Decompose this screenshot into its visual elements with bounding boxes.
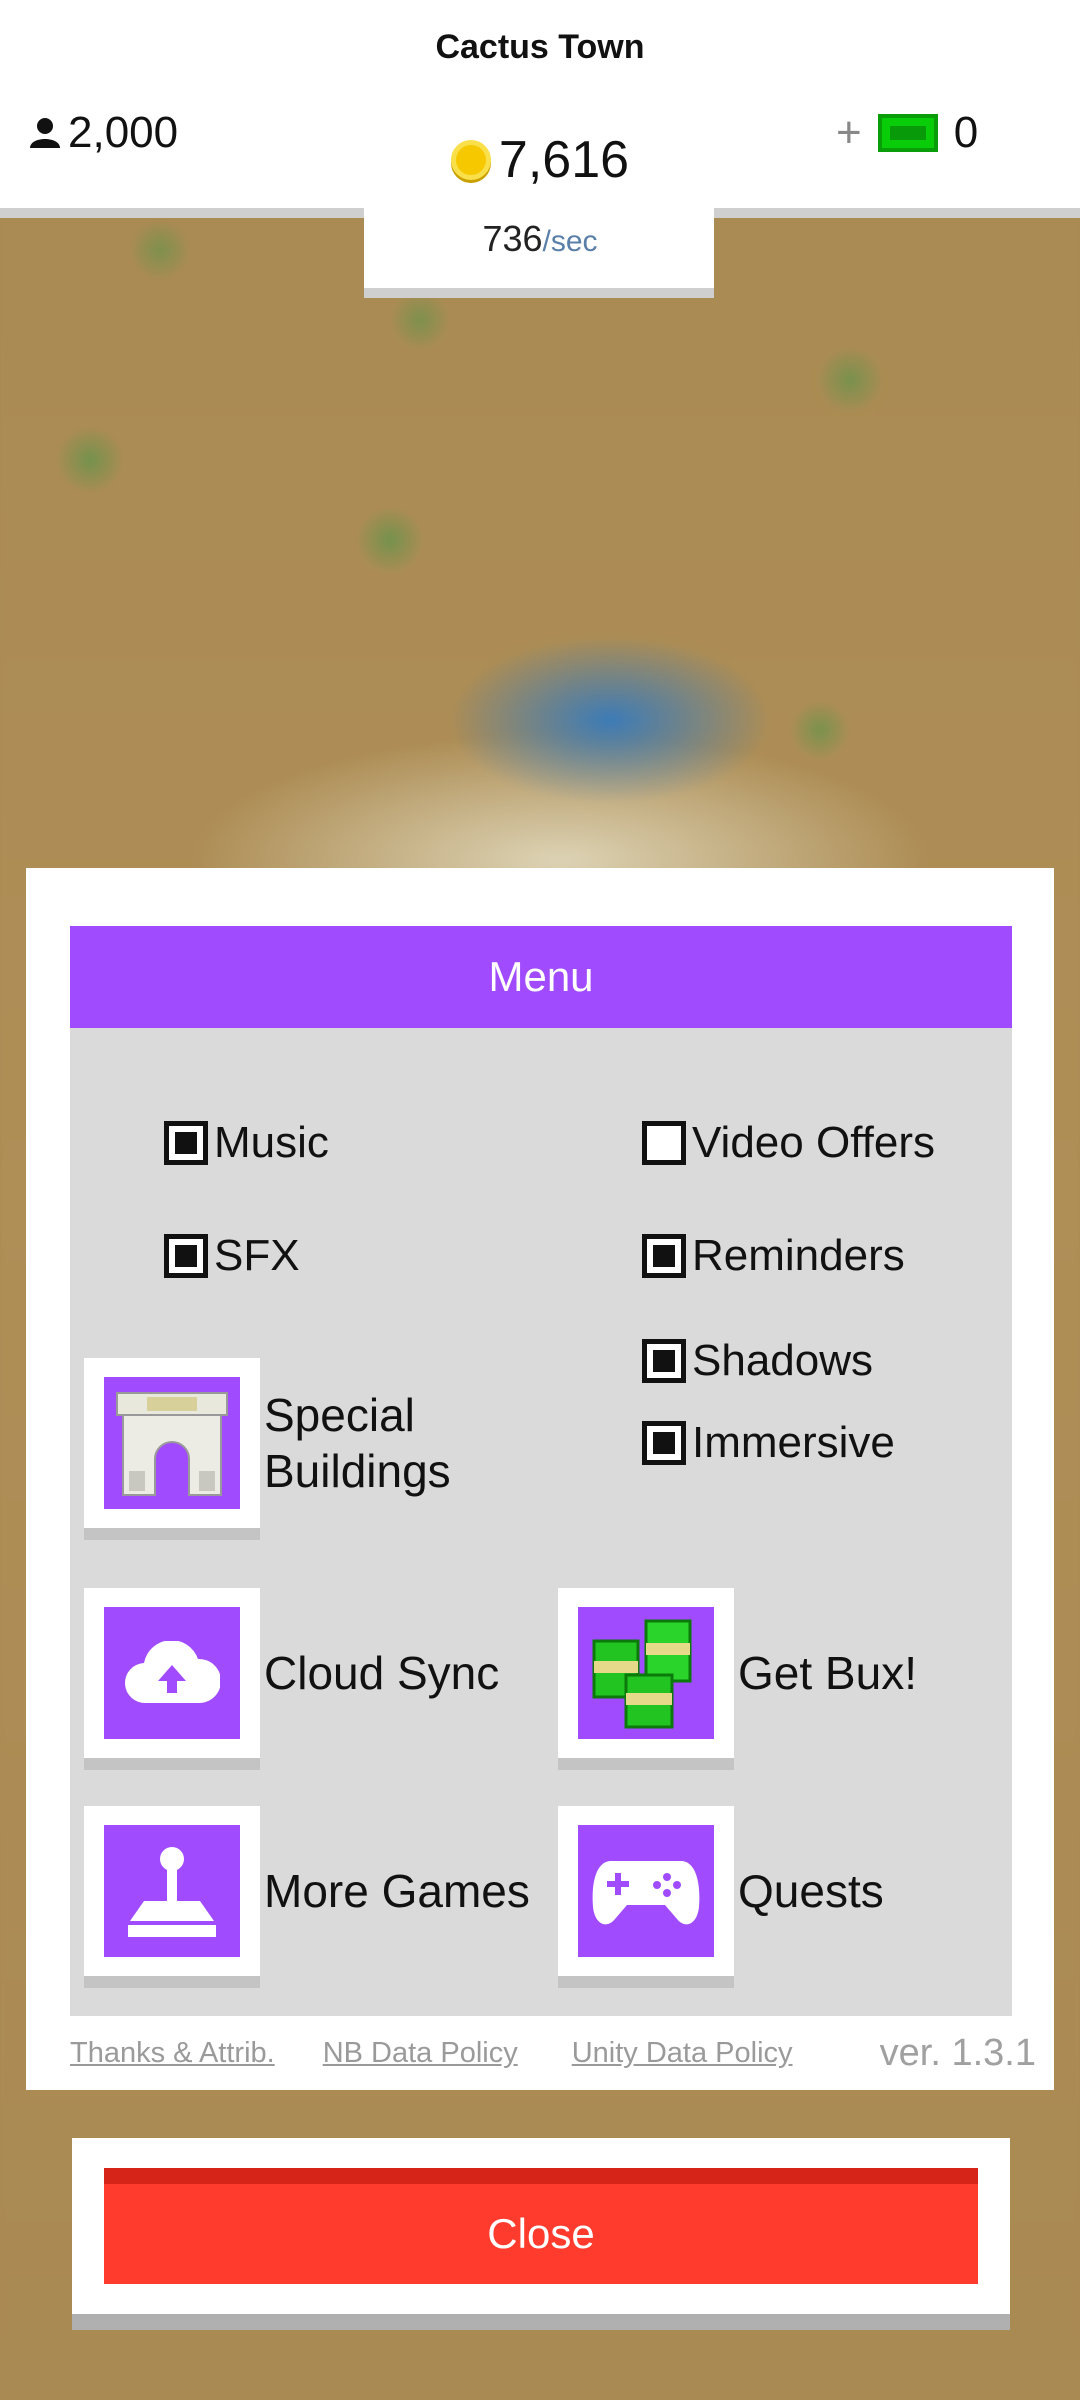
immersive-label: Immersive	[692, 1418, 895, 1467]
cloud-sync-card	[84, 1588, 260, 1758]
immersive-toggle[interactable]: Immersive	[642, 1418, 895, 1468]
cloud-upload-icon	[124, 1641, 220, 1704]
special-buildings-thumb	[104, 1377, 240, 1509]
cloud-sync-label: Cloud Sync	[264, 1647, 500, 1699]
shadows-checkbox[interactable]	[642, 1339, 686, 1383]
music-toggle[interactable]: Music	[164, 1118, 329, 1168]
cash-stack-icon	[592, 1619, 692, 1729]
close-button-frame: Close	[72, 2138, 1010, 2330]
sfx-label: SFX	[214, 1231, 300, 1280]
music-checkbox[interactable]	[164, 1121, 208, 1165]
footer-links: Thanks & Attrib. NB Data Policy Unity Da…	[70, 2032, 1036, 2075]
version-label: ver. 1.3.1	[879, 2032, 1036, 2074]
menu-title: Menu	[70, 926, 1012, 1028]
thanks-attrib-link[interactable]: Thanks & Attrib.	[70, 2037, 275, 2070]
rate-value: 736	[482, 218, 543, 259]
cloud-sync-thumb	[104, 1607, 240, 1739]
quests-thumb	[578, 1825, 714, 1957]
cloud-sync-button[interactable]: Cloud Sync	[84, 1588, 499, 1758]
get-bux-button[interactable]: Get Bux!	[558, 1588, 917, 1758]
more-games-card	[84, 1806, 260, 1976]
gamepad-icon	[592, 1861, 700, 1925]
reminders-toggle[interactable]: Reminders	[642, 1231, 905, 1281]
shadows-toggle[interactable]: Shadows	[642, 1336, 873, 1386]
get-bux-card	[558, 1588, 734, 1758]
music-label: Music	[214, 1118, 329, 1167]
special-buildings-label-line2: Buildings	[264, 1445, 451, 1497]
quests-button[interactable]: Quests	[558, 1806, 884, 1976]
menu-panel: Menu Music Video Offers SFX Reminders Sh…	[26, 868, 1054, 2090]
special-buildings-label-line1: Special	[264, 1389, 415, 1441]
coins-display: 7,616	[0, 130, 1080, 190]
special-buildings-card	[84, 1358, 260, 1528]
video-offers-checkbox[interactable]	[642, 1121, 686, 1165]
rate-unit: /sec	[542, 225, 598, 258]
sfx-checkbox[interactable]	[164, 1234, 208, 1278]
reminders-checkbox[interactable]	[642, 1234, 686, 1278]
quests-label: Quests	[738, 1865, 884, 1917]
video-offers-toggle[interactable]: Video Offers	[642, 1118, 935, 1168]
more-games-thumb	[104, 1825, 240, 1957]
video-offers-label: Video Offers	[692, 1118, 935, 1167]
joystick-icon	[128, 1847, 216, 1937]
arch-monument-icon	[116, 1392, 228, 1496]
close-button[interactable]: Close	[104, 2168, 978, 2284]
nb-data-policy-link[interactable]: NB Data Policy	[323, 2037, 518, 2070]
more-games-label: More Games	[264, 1865, 530, 1917]
immersive-checkbox[interactable]	[642, 1421, 686, 1465]
coin-icon	[450, 140, 491, 180]
special-buildings-button[interactable]: Special Buildings	[84, 1358, 451, 1528]
quests-card	[558, 1806, 734, 1976]
menu-body: Music Video Offers SFX Reminders Shadows…	[70, 1028, 1012, 2016]
income-rate: 736/sec	[0, 218, 1080, 260]
unity-data-policy-link[interactable]: Unity Data Policy	[572, 2037, 793, 2070]
reminders-label: Reminders	[692, 1231, 905, 1280]
shadows-label: Shadows	[692, 1336, 874, 1385]
coins-value: 7,616	[498, 131, 630, 189]
town-name: Cactus Town	[435, 28, 645, 66]
sfx-toggle[interactable]: SFX	[164, 1231, 300, 1281]
get-bux-thumb	[578, 1607, 714, 1739]
more-games-button[interactable]: More Games	[84, 1806, 530, 1976]
get-bux-label: Get Bux!	[738, 1647, 917, 1699]
